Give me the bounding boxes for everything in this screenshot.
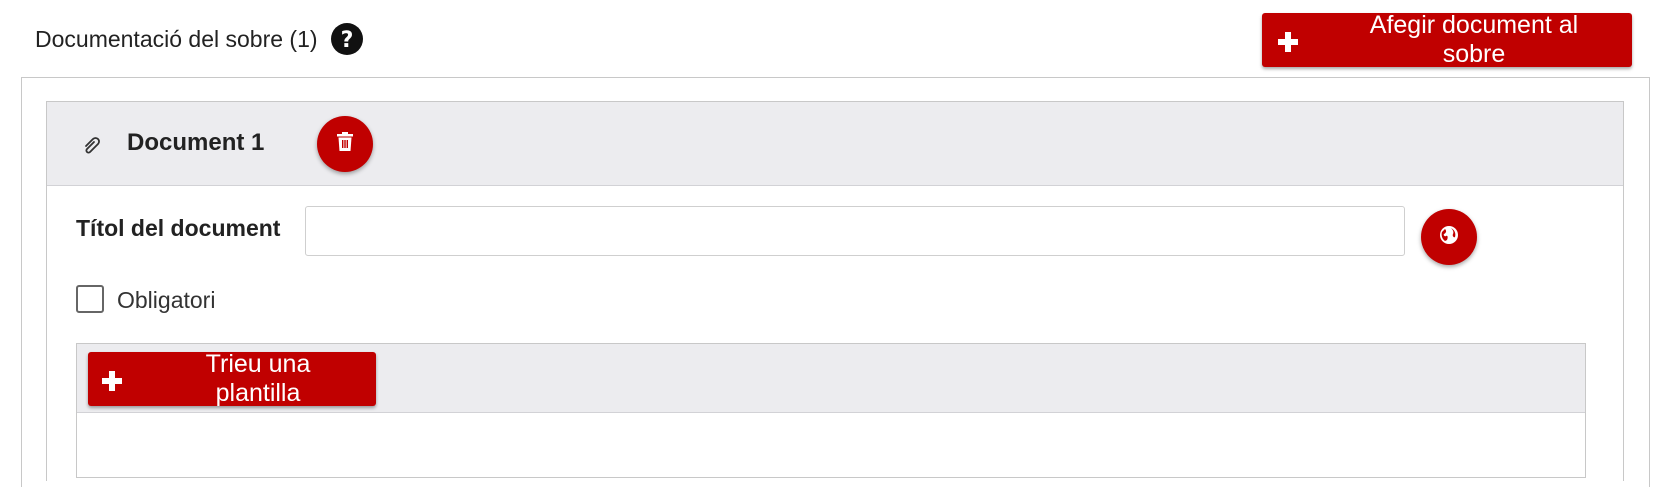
document-title-input[interactable] <box>305 206 1405 256</box>
globe-icon <box>1439 225 1459 250</box>
plus-icon <box>102 369 122 391</box>
plus-icon <box>1278 30 1298 52</box>
template-panel: Trieu una plantilla <box>76 343 1586 478</box>
section-header: Documentació del sobre (1) ? <box>35 22 364 56</box>
paperclip-icon <box>81 134 103 156</box>
question-circle-icon[interactable]: ? <box>330 22 364 56</box>
section-title: Documentació del sobre (1) <box>35 25 318 52</box>
add-document-label: Afegir document al sobre <box>1369 11 1579 68</box>
document-header: Document 1 <box>47 102 1623 186</box>
template-header: Trieu una plantilla <box>77 344 1585 413</box>
mandatory-label: Obligatori <box>117 287 216 313</box>
document-panel: Document 1 Títol del document Obligatori… <box>46 101 1624 481</box>
translate-title-button[interactable] <box>1421 209 1477 265</box>
document-title-label: Títol del document <box>76 215 281 241</box>
svg-text:?: ? <box>340 28 353 53</box>
mandatory-checkbox[interactable] <box>76 285 104 313</box>
choose-template-label: Trieu una plantilla <box>205 350 311 407</box>
delete-document-button[interactable] <box>317 116 373 172</box>
add-document-button[interactable]: Afegir document al sobre <box>1262 11 1632 68</box>
document-title: Document 1 <box>127 129 265 156</box>
choose-template-button[interactable]: Trieu una plantilla <box>88 350 376 407</box>
trash-icon <box>336 131 354 157</box>
